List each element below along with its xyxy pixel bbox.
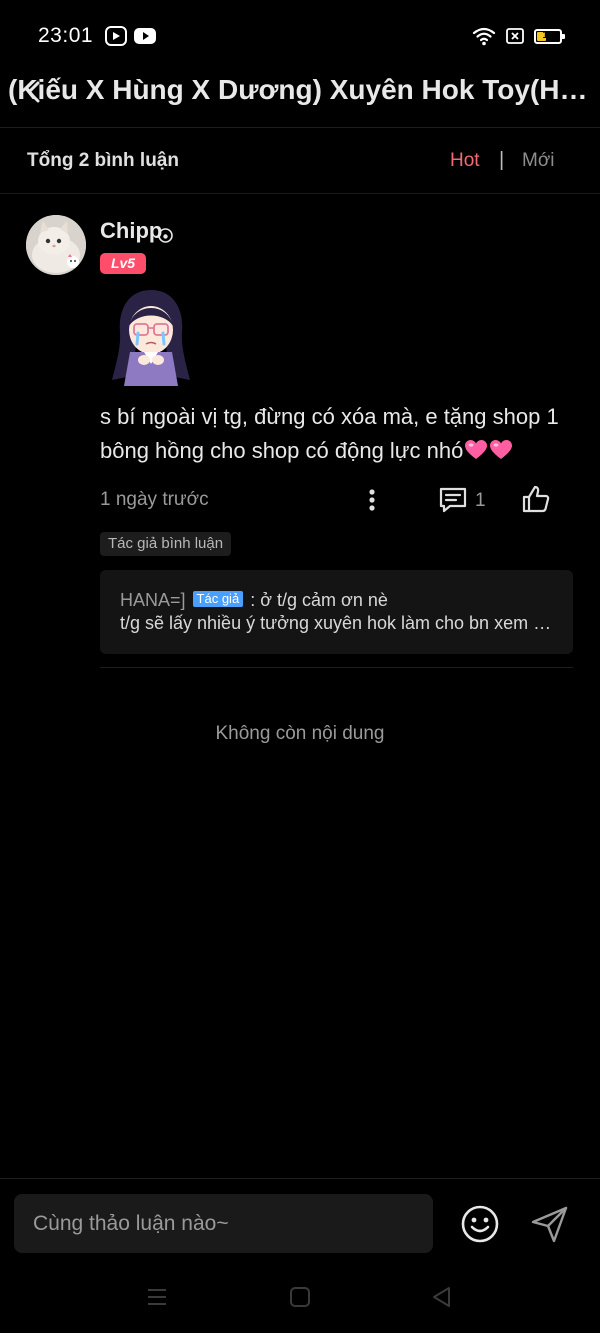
crying-girl-sticker-icon <box>112 290 190 386</box>
cat-avatar-icon <box>26 215 86 275</box>
menu-icon[interactable] <box>145 1285 169 1309</box>
reply-count: 1 <box>475 490 486 511</box>
comments-screen: 23:01 13 (Kiếu X Hùng X Dương) Xuyên Hok… <box>0 0 600 1333</box>
send-icon[interactable] <box>530 1204 570 1244</box>
thumbs-up-icon[interactable] <box>521 484 551 514</box>
sim-icon <box>506 28 524 44</box>
reply-preview[interactable]: HANA=] Tác giả : ở t/g cảm ơn nè t/g sẽ … <box>100 570 573 654</box>
no-more-content-label: Không còn nội dung <box>215 723 385 744</box>
comment-timestamp: 1 ngày trước <box>100 489 209 510</box>
pink-heart-emoji-icon <box>465 440 488 459</box>
video-app-icon <box>105 26 127 46</box>
reply-line-1: HANA=] Tác giả : ở t/g cảm ơn nè <box>120 590 388 611</box>
back-triangle-icon[interactable] <box>430 1285 454 1309</box>
comment-text: s bí ngoài vị tg, đừng có xóa mà, e tặng… <box>100 400 580 468</box>
header: (Kiếu X Hùng X Dương) Xuyên Hok Toy(Hùng… <box>0 72 600 128</box>
divider <box>100 667 573 668</box>
reply-comment-icon[interactable] <box>438 486 468 514</box>
sort-separator: | <box>499 149 505 171</box>
level-badge: Lv5 <box>100 253 146 274</box>
battery-icon: 13 <box>534 28 565 44</box>
comment-input[interactable] <box>14 1194 433 1253</box>
author-badge: Tác giả <box>192 591 244 607</box>
total-comments-label: Tổng 2 bình luận <box>27 150 179 171</box>
sort-new-tab[interactable]: Mới <box>522 150 555 172</box>
home-square-icon[interactable] <box>288 1285 312 1309</box>
pink-heart-emoji-icon <box>490 440 513 459</box>
status-time: 23:01 <box>38 24 94 47</box>
youtube-icon <box>134 28 156 44</box>
sort-hot-tab[interactable]: Hot <box>450 150 480 172</box>
sort-row: Tổng 2 bình luận Hot | Mới <box>0 128 600 194</box>
avatar[interactable] <box>26 215 86 275</box>
system-nav-bar <box>0 1275 600 1320</box>
battery-level: 13 <box>542 30 554 41</box>
wifi-icon <box>472 27 496 46</box>
author-comment-tag: Tác giả bình luận <box>100 532 232 556</box>
chevron-left-icon[interactable] <box>20 78 48 106</box>
status-icons: 13 <box>472 24 565 48</box>
emoji-icon[interactable] <box>460 1204 500 1244</box>
reply-text-1: : ở t/g cảm ơn nè <box>250 590 388 610</box>
user-badge-icon <box>158 228 173 243</box>
reply-author[interactable]: HANA=] <box>120 590 186 610</box>
comment-username[interactable]: Chipp <box>100 218 162 244</box>
page-title: (Kiếu X Hùng X Dương) Xuyên Hok Toy(Hùng… <box>8 74 598 105</box>
reply-text-2: t/g sẽ lấy nhiều ý tưởng xuyên hok làm c… <box>120 613 560 633</box>
status-bar: 23:01 13 <box>0 0 600 72</box>
more-vertical-icon[interactable] <box>360 486 384 514</box>
